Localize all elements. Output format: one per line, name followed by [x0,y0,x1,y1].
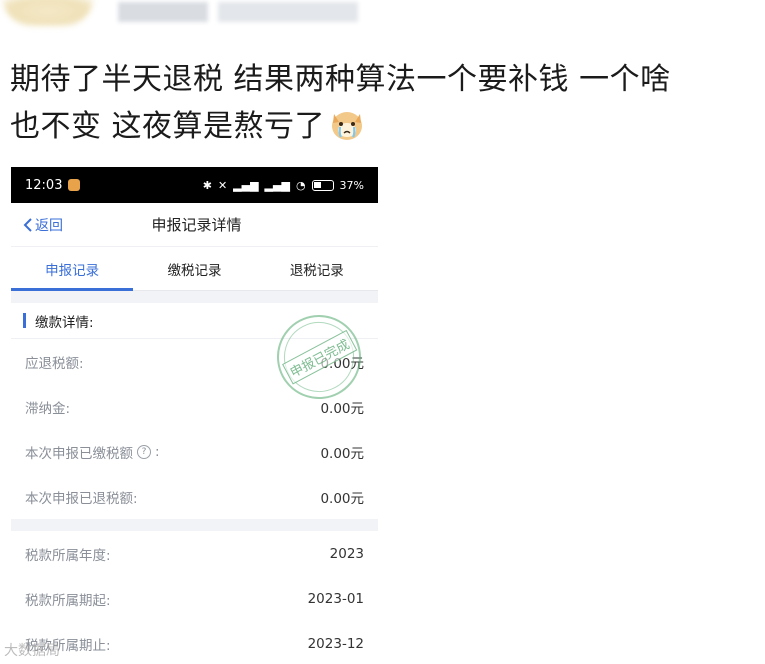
period-value: 2023-12 [307,635,364,652]
tab-bar: 申报记录 缴税记录 退税记录 [11,247,378,291]
chevron-left-icon [23,217,32,232]
period-row-year: 税款所属年度: 2023 [11,531,378,576]
detail-value: 0.00元 [320,400,364,417]
back-label: 返回 [35,217,63,234]
detail-label: 本次申报已缴税额 [25,445,133,462]
tab-payment-records[interactable]: 缴税记录 [133,247,255,290]
username-blurred [118,2,208,22]
signal-icon-2: ▂▄▆ [264,178,290,192]
crying-dog-emoji-icon [332,112,363,140]
app-notification-icon [68,179,81,191]
wifi-icon: ◔ [295,178,306,192]
period-row-start: 税款所属期起: 2023-01 [11,576,378,621]
post-line-2: 也不变 这夜算是熬亏了 [10,103,750,150]
signal-icon: ▂▄▆ [233,178,259,192]
section-divider [11,519,378,531]
detail-value: 0.00元 [320,445,364,462]
username-blurred-2 [218,2,358,22]
battery-icon [311,179,334,191]
tab-declaration-records[interactable]: 申报记录 [11,247,134,291]
phone-screenshot: 12:03 ✱ ✕ ▂▄▆ ▂▄▆ ◔ 37% 返回 申报记录详情 申报记录 缴… [11,167,378,664]
mute-icon: ✕ [217,178,228,192]
detail-label: 滞纳金: [25,400,71,417]
tab-refund-records[interactable]: 退税记录 [256,247,378,290]
bluetooth-icon: ✱ [202,178,212,192]
section-divider [11,291,378,303]
detail-label: 本次申报已退税额: [25,490,138,507]
page-title: 申报记录详情 [151,216,242,234]
battery-level: 37% [339,178,364,192]
period-label: 税款所属期起: [25,592,111,609]
detail-value: 0.00元 [320,490,364,507]
detail-label: 应退税额: [25,355,84,372]
post-text: 期待了半天退税 结果两种算法一个要补钱 一个啥 也不变 这夜算是熬亏了 [10,56,750,150]
period-label: 税款所属年度: [25,547,111,564]
section-title: 缴款详情: [35,314,94,331]
period-value: 2023-01 [307,590,364,607]
period-value: 2023 [329,545,364,562]
detail-row-tax-refunded: 本次申报已退税额: 0.00元 [11,474,378,519]
watermark: 大数据局 [4,640,60,660]
section-accent-bar [23,313,26,328]
status-bar: 12:03 ✱ ✕ ▂▄▆ ▂▄▆ ◔ 37% [11,167,378,203]
screenshot-root: 期待了半天退税 结果两种算法一个要补钱 一个啥 也不变 这夜算是熬亏了 12:0… [0,0,765,664]
post-line-1: 期待了半天退税 结果两种算法一个要补钱 一个啥 [10,62,671,97]
watermark-text: 大数据局 [4,643,60,659]
detail-label-suffix: : [155,443,160,460]
nav-bar: 返回 申报记录详情 [11,203,378,247]
period-row-end: 税款所属期止: 2023-12 [11,621,378,664]
status-time: 12:03 [25,177,63,193]
avatar[interactable] [2,0,94,26]
detail-row-tax-paid: 本次申报已缴税额 ? : 0.00元 [11,429,378,474]
help-icon[interactable]: ? [137,444,151,459]
back-button[interactable]: 返回 [23,215,63,235]
detail-label-wrap: 本次申报已缴税额 ? : [25,442,160,462]
stamp-text: 申报已完成 [281,329,357,385]
post-line-2-text: 也不变 这夜算是熬亏了 [10,109,326,144]
